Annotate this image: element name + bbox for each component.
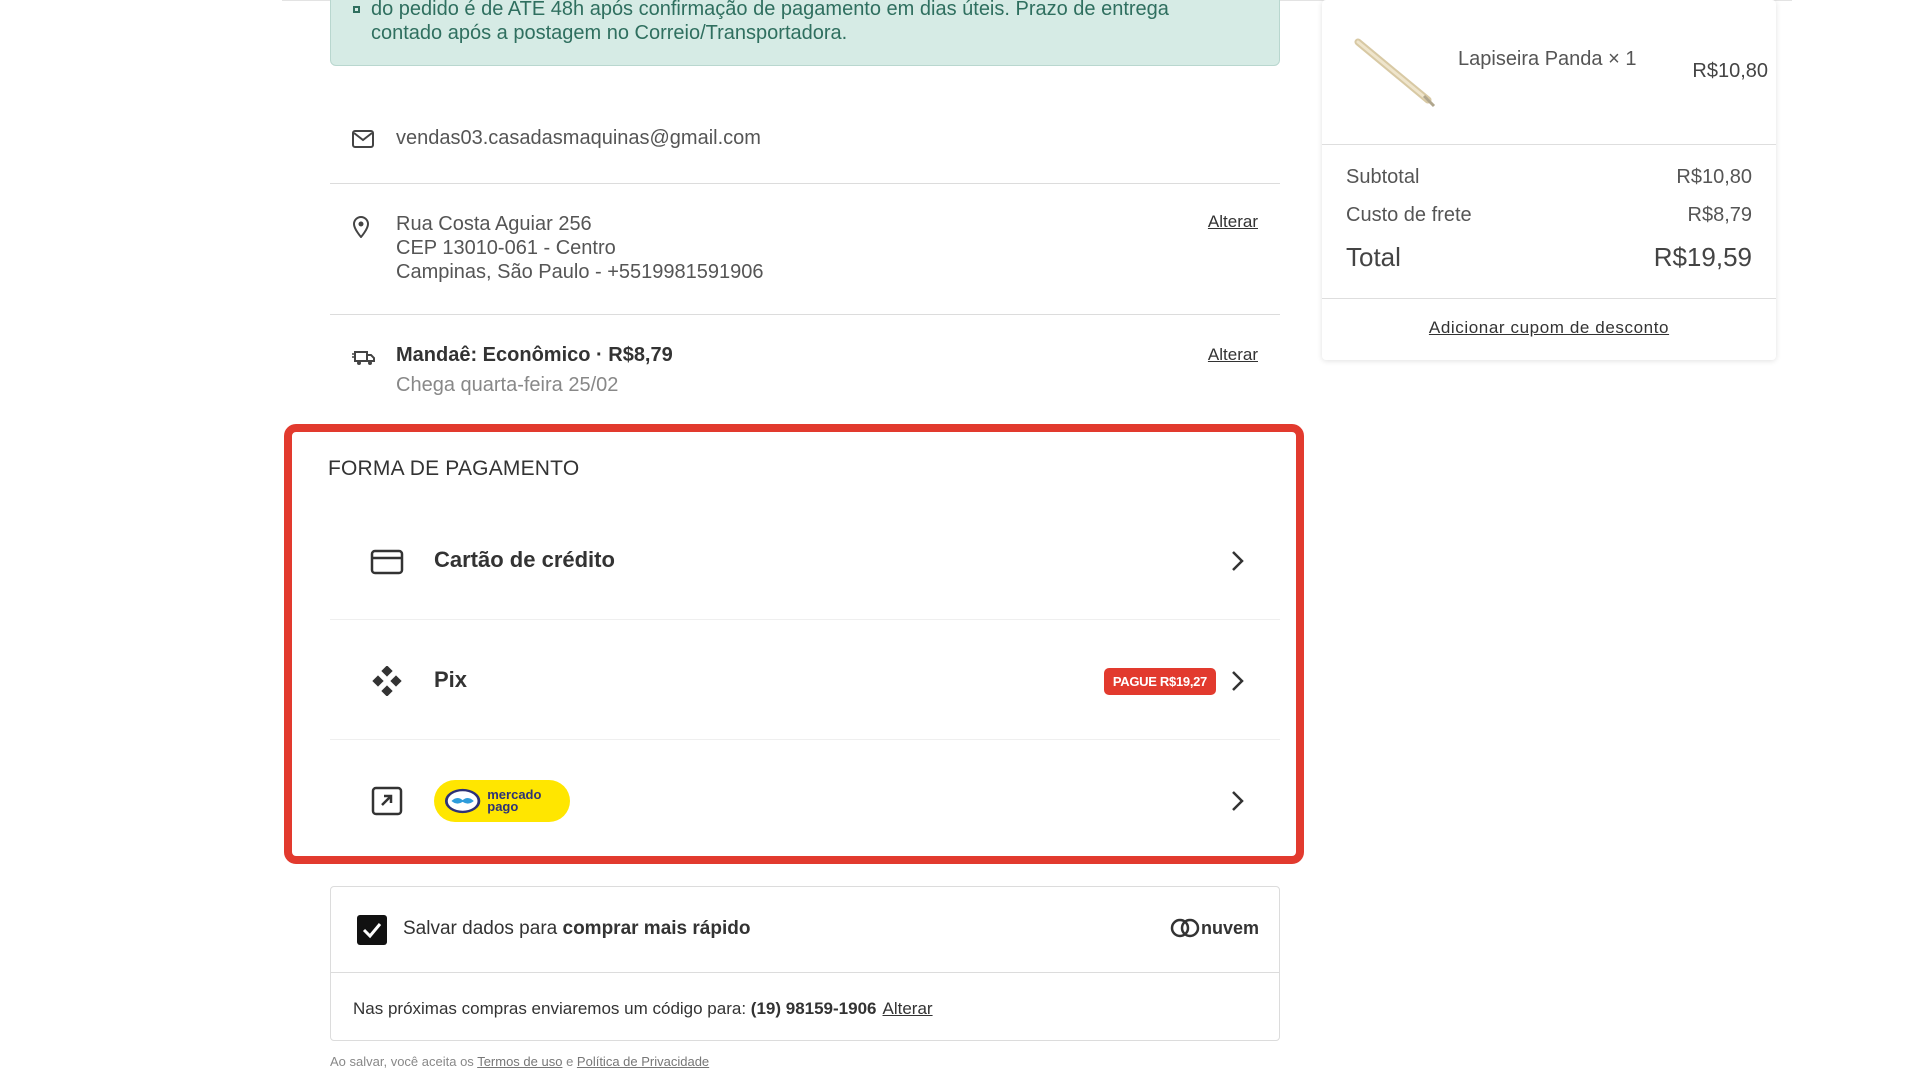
contact-row: vendas03.casadasmaquinas@gmail.com [330, 100, 1280, 184]
product-image [1354, 38, 1436, 108]
checkmark-icon [362, 923, 382, 939]
mail-icon [352, 130, 374, 148]
payment-section-title: FORMA DE PAGAMENTO [328, 457, 580, 480]
shipping-eta: Chega quarta-feira 25/02 [396, 374, 619, 396]
address-line-3: Campinas, São Paulo - +5519981591906 [396, 261, 764, 283]
mercado-pago-logo: mercado pago [434, 780, 570, 822]
total-value: R$19,59 [1653, 242, 1752, 272]
total-line: Total R$19,59 [1346, 242, 1752, 272]
privacy-policy-link[interactable]: Política de Privacidade [577, 1054, 709, 1069]
shipping-cost-line: Custo de frete R$8,79 [1346, 204, 1753, 226]
save-data-box: Salvar dados para comprar mais rápido nu… [330, 886, 1280, 1041]
order-summary: Lapiseira Panda × 1 R$10,80 Subtotal R$1… [1322, 0, 1776, 360]
shipping-row: Mandaê: Econômico · R$8,79 Chega quarta-… [330, 315, 1280, 415]
product-row: Lapiseira Panda × 1 R$10,80 [1322, 0, 1776, 145]
saved-phone: (19) 98159-1906 [750, 999, 877, 1018]
notice-line-2: contado após a postagem no Correio/Trans… [371, 22, 848, 44]
truck-icon [352, 351, 375, 365]
save-code-info: Nas próximas compras enviaremos um códig… [353, 999, 933, 1018]
terms-notice: Ao salvar, você aceita os Termos de uso … [330, 1054, 710, 1069]
notice-line-1: do pedido é de ATÉ 48h após confirmação … [371, 0, 1169, 20]
shipping-method: Mandaê: Econômico · R$8,79 [396, 344, 673, 366]
pix-discount-badge: PAGUE R$19,27 [1103, 668, 1216, 695]
contact-email: vendas03.casadasmaquinas@gmail.com [396, 127, 761, 149]
external-link-icon [371, 786, 403, 816]
payment-option-pix[interactable]: Pix PAGUE R$19,27 [330, 622, 1280, 740]
payment-option-label: Pix [434, 667, 468, 692]
nuvem-wordmark: nuvem [1200, 917, 1259, 938]
add-coupon-link[interactable]: Adicionar cupom de desconto [1322, 318, 1776, 338]
nuvem-brand: nuvem [1169, 917, 1259, 939]
payment-option-mercado-pago[interactable]: mercado pago [330, 742, 1280, 860]
location-pin-icon [352, 216, 370, 238]
save-data-label: Salvar dados para comprar mais rápido [403, 918, 751, 939]
save-data-checkbox[interactable] [357, 915, 387, 945]
payment-option-label: Cartão de crédito [434, 547, 615, 572]
product-name: Lapiseira Panda × 1 [1458, 48, 1637, 70]
chevron-right-icon [1232, 671, 1244, 691]
credit-card-icon [370, 549, 404, 575]
subtotal-value: R$10,80 [1676, 166, 1752, 188]
address-line-2: CEP 13010-061 - Centro [396, 237, 616, 259]
change-shipping-link[interactable]: Alterar [1208, 345, 1258, 365]
nuvem-logo-icon [1170, 918, 1200, 938]
terms-of-use-link[interactable]: Termos de uso [477, 1054, 562, 1069]
handshake-icon [444, 788, 481, 814]
change-phone-link[interactable]: Alterar [883, 999, 933, 1018]
address-line-1: Rua Costa Aguiar 256 [396, 213, 592, 235]
pix-icon [372, 666, 402, 696]
payment-option-credit-card[interactable]: Cartão de crédito [330, 502, 1280, 620]
delivery-notice: do pedido é de ATÉ 48h após confirmação … [330, 0, 1280, 66]
address-text: Rua Costa Aguiar 256 CEP 13010-061 - Cen… [396, 212, 764, 284]
address-row: Rua Costa Aguiar 256 CEP 13010-061 - Cen… [330, 184, 1280, 315]
shipping-cost-value: R$8,79 [1687, 204, 1753, 226]
bullet-icon [353, 6, 360, 13]
product-price: R$10,80 [1692, 60, 1768, 82]
chevron-right-icon [1232, 791, 1244, 811]
chevron-right-icon [1232, 551, 1244, 571]
summary-divider [1322, 298, 1776, 299]
mercado-pago-wordmark: mercado pago [487, 787, 542, 814]
change-address-link[interactable]: Alterar [1208, 212, 1258, 232]
subtotal-line: Subtotal R$10,80 [1346, 166, 1752, 188]
